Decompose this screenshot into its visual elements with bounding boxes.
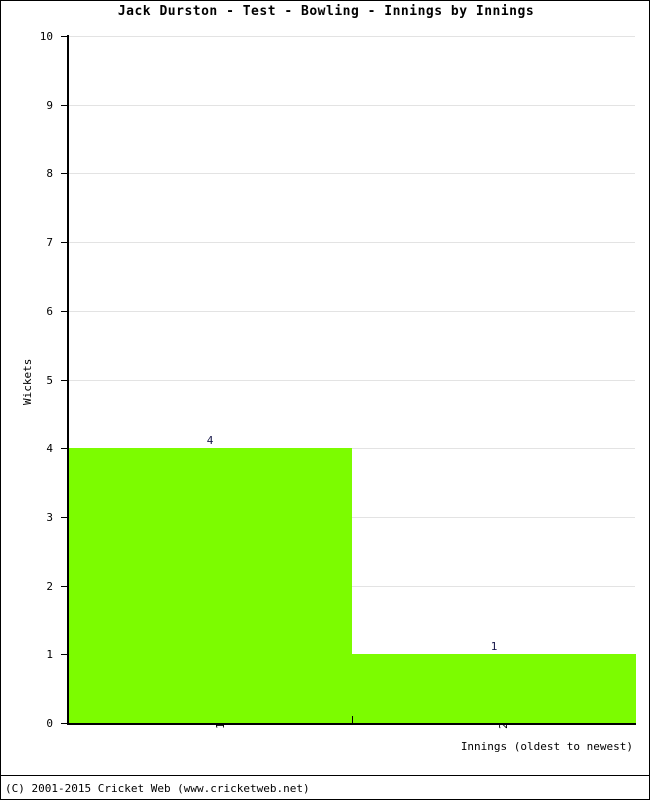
footer-copyright: (C) 2001-2015 Cricket Web (www.cricketwe… [5, 782, 310, 795]
bar [68, 448, 352, 723]
y-axis-title: Wickets [21, 358, 34, 405]
bar-value-label: 1 [490, 640, 498, 653]
x-axis-tick [352, 716, 353, 725]
x-axis-tick-label: 1 [214, 722, 227, 729]
y-axis-line [67, 35, 69, 725]
x-axis-title: Innings (oldest to newest) [460, 740, 633, 753]
bar [352, 654, 636, 723]
x-axis-tick-label: 2 [497, 722, 510, 729]
footer-separator [1, 775, 649, 776]
chart-container: Jack Durston - Test - Bowling - Innings … [0, 0, 650, 800]
bar-series: 41 [1, 1, 649, 799]
bar-value-label: 4 [206, 434, 214, 447]
